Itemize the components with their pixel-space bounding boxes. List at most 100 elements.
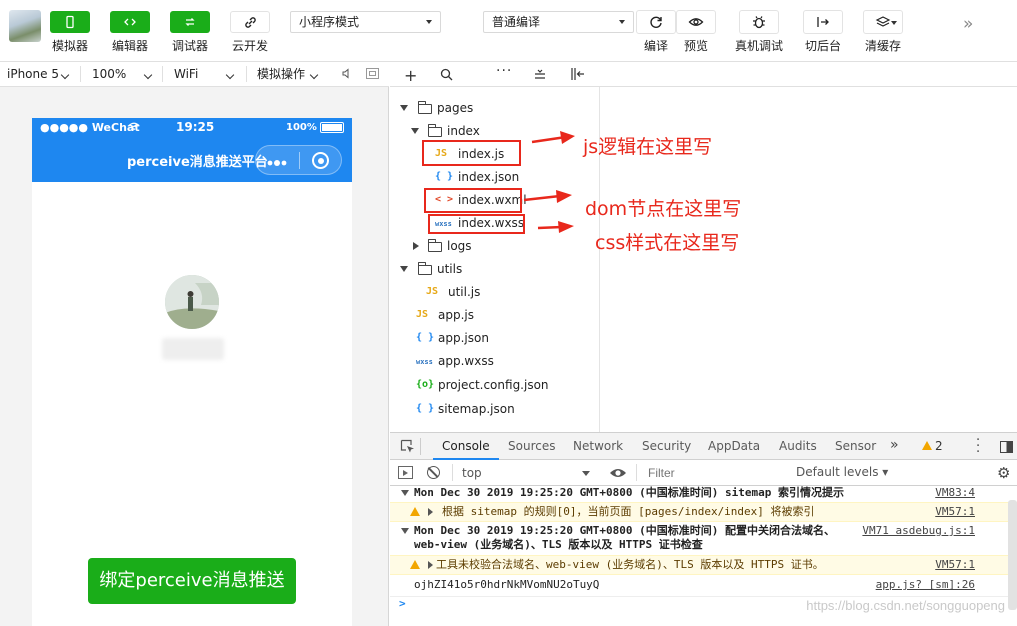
add-file-icon[interactable]: +	[404, 66, 417, 85]
zoom-select[interactable]: 100%	[92, 62, 126, 86]
cloud-dev-button[interactable]	[230, 11, 270, 33]
tree-label: util.js	[448, 285, 481, 299]
console-scrollbar[interactable]	[1008, 500, 1017, 610]
mode-select-value: 小程序模式	[299, 15, 360, 29]
close-miniprogram-icon[interactable]	[312, 152, 329, 169]
warning-icon	[410, 507, 420, 516]
divider	[246, 66, 247, 82]
search-icon[interactable]	[440, 68, 453, 84]
console-filter-input[interactable]	[642, 464, 787, 482]
divider	[420, 438, 421, 455]
context-value: top	[462, 466, 482, 480]
bind-push-button[interactable]: 绑定perceive消息推送	[88, 558, 296, 604]
simulate-action-select[interactable]: 模拟操作	[257, 62, 305, 86]
device-select[interactable]: iPhone 5	[7, 62, 59, 86]
collapsed-arrow-icon	[428, 508, 433, 516]
tree-label: project.config.json	[438, 378, 549, 392]
chevron-down-icon	[309, 70, 319, 80]
user-avatar[interactable]	[9, 10, 41, 42]
mode-select[interactable]: 小程序模式	[290, 11, 441, 33]
tree-folder-pages[interactable]: pages	[400, 97, 590, 119]
tree-file-util-js[interactable]: JS util.js	[426, 281, 586, 303]
tab-console[interactable]: Console	[433, 433, 499, 460]
log-source-link[interactable]: VM57:1	[935, 556, 975, 574]
log-levels-select[interactable]: Default levels ▾	[796, 465, 888, 479]
tree-folder-utils[interactable]: utils	[400, 258, 590, 280]
console-warning-line[interactable]: 工具未校验合法域名、web-view (业务域名)、TLS 版本以及 HTTPS…	[390, 555, 1017, 575]
kebab-menu-icon[interactable]: · · ·	[976, 434, 980, 459]
tree-file-app-js[interactable]: JS app.js	[416, 304, 586, 326]
simulator-options-bar: iPhone 5 100% WiFi 模拟操作	[0, 62, 389, 87]
compile-select-value: 普通编译	[492, 15, 541, 29]
inspect-element-icon[interactable]	[400, 439, 415, 457]
simulator-toggle-button[interactable]	[50, 11, 90, 33]
gear-icon[interactable]: ⚙	[997, 464, 1010, 482]
undock-icon[interactable]	[1000, 441, 1013, 456]
background-button[interactable]	[803, 10, 843, 34]
tab-audits[interactable]: Audits	[779, 433, 817, 460]
compile-button[interactable]	[636, 10, 676, 34]
config-file-icon: {o}	[416, 379, 435, 390]
editor-toggle-button[interactable]	[110, 11, 150, 33]
debugger-toggle-button[interactable]	[170, 11, 210, 33]
battery-icon	[320, 122, 344, 133]
tree-label: app.wxss	[438, 354, 494, 368]
file-tree-toolbar: + ···	[390, 62, 1017, 87]
log-text: Mon Dec 30 2019 19:25:20 GMT+0800 (中国标准时…	[414, 486, 845, 499]
console-warning-line[interactable]: 根据 sitemap 的规则[0]，当前页面 [pages/index/inde…	[390, 502, 1017, 522]
log-source-link[interactable]: VM57:1	[935, 503, 975, 521]
sidebar-toggle-icon[interactable]	[398, 466, 413, 479]
remote-debug-button[interactable]	[739, 10, 779, 34]
console-log-line[interactable]: ojhZI41o5r0hdrNkMVomNU2oTuyQ app.js? [sm…	[390, 578, 1017, 594]
console-group-line[interactable]: Mon Dec 30 2019 19:25:20 GMT+0800 (中国标准时…	[390, 486, 1017, 502]
log-source-link[interactable]: VM71 asdebug.js:1	[862, 524, 975, 538]
tree-label: pages	[437, 101, 474, 115]
more-tabs-icon[interactable]: »	[890, 437, 899, 453]
eye-icon[interactable]	[609, 466, 627, 483]
annotation-css-style: css样式在这里写	[595, 232, 740, 254]
tree-file-app-json[interactable]: { } app.json	[416, 327, 586, 349]
tab-network[interactable]: Network	[573, 433, 623, 460]
log-source-link[interactable]: VM83:4	[935, 486, 975, 500]
tree-file-app-wxss[interactable]: wxss app.wxss	[416, 350, 586, 372]
tree-file-project-config[interactable]: {o} project.config.json	[416, 374, 596, 396]
tree-file-sitemap[interactable]: { } sitemap.json	[416, 398, 586, 420]
divider	[80, 66, 81, 82]
collapse-icon[interactable]	[532, 68, 546, 83]
split-panel-icon[interactable]	[570, 67, 585, 84]
more-dots-icon[interactable]	[267, 156, 289, 170]
tab-sensor[interactable]: Sensor	[835, 433, 876, 460]
json-file-icon: { }	[435, 171, 454, 182]
log-source-link[interactable]: app.js? [sm]:26	[876, 578, 975, 592]
editor-label: 编辑器	[111, 39, 148, 53]
clear-cache-button[interactable]	[863, 10, 903, 34]
context-select[interactable]: top	[456, 463, 596, 483]
chevron-down-icon	[582, 471, 590, 476]
layers-icon	[875, 16, 891, 27]
wifi-icon	[128, 121, 140, 135]
devtools-tab-bar: Console Sources Network Security AppData…	[390, 432, 1017, 460]
more-dots-icon[interactable]: ···	[496, 63, 512, 79]
network-select[interactable]: WiFi	[174, 62, 198, 86]
tree-label: app.json	[438, 331, 489, 345]
preview-button[interactable]	[676, 10, 716, 34]
annotation-arrows	[523, 131, 575, 233]
network-value: WiFi	[174, 67, 199, 81]
tab-security[interactable]: Security	[642, 433, 691, 460]
compile-select[interactable]: 普通编译	[483, 11, 634, 33]
console-group-line[interactable]: Mon Dec 30 2019 19:25:20 GMT+0800 (中国标准时…	[390, 524, 1017, 554]
volume-icon[interactable]	[342, 68, 353, 82]
bug-icon	[753, 16, 765, 29]
tab-sources[interactable]: Sources	[508, 433, 555, 460]
expanded-arrow-icon	[400, 266, 408, 272]
more-chevron-icon[interactable]: »	[963, 14, 973, 34]
tab-appdata[interactable]: AppData	[708, 433, 760, 460]
clear-console-icon[interactable]	[427, 466, 440, 479]
phone-status-bar: ●●●●● WeChat 19:25 100%	[32, 118, 352, 138]
expanded-arrow-icon	[411, 128, 419, 134]
window-icon[interactable]	[366, 68, 379, 79]
capsule-menu[interactable]	[255, 145, 342, 175]
code-icon	[124, 18, 136, 26]
switch-background-icon	[817, 17, 829, 27]
cloud-label: 云开发	[231, 39, 268, 53]
